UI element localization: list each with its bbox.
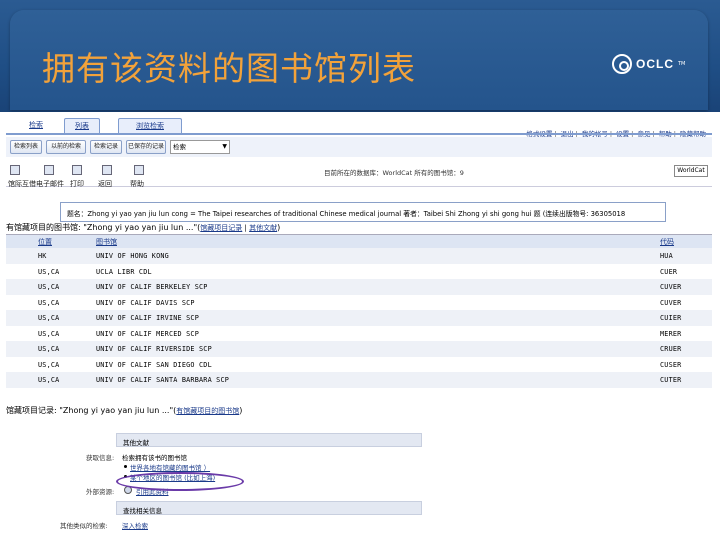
table-row: US,CA UNIV OF CALIF DAVIS SCP CUVER bbox=[6, 295, 712, 311]
holdings-table: 位置 图书馆 代码 HK UNIV OF HONG KONG HUA US,CA UC… bbox=[6, 234, 712, 388]
column-library[interactable]: 图书馆 bbox=[96, 237, 117, 247]
cell-code: CUER bbox=[660, 267, 678, 276]
tab-browse[interactable]: 浏览检索 bbox=[118, 118, 182, 134]
cell-code: CUVER bbox=[660, 298, 682, 307]
libraries-with-holdings-link[interactable]: 有馆藏项目的图书馆 bbox=[176, 407, 239, 415]
cell-location: US,CA bbox=[38, 360, 60, 369]
location-heading-text: 馆藏项目记录: "Zhong yi yao yan jiu lun ..."( bbox=[6, 406, 177, 415]
location-record-heading: 馆藏项目记录: "Zhong yi yao yan jiu lun ..."(有… bbox=[6, 405, 242, 416]
cell-library[interactable]: UNIV OF CALIF SAN DIEGO CDL bbox=[96, 361, 212, 369]
table-row: US,CA UNIV OF CALIF SANTA BARBARA SCP CUTE… bbox=[6, 372, 712, 388]
other-documents-bar: 其他文献 bbox=[116, 433, 422, 447]
table-row: US,CA UCLA LIBR CDL CUER bbox=[6, 264, 712, 280]
slide-title: 拥有该资料的图书馆列表 bbox=[42, 49, 416, 88]
highlight-ellipse bbox=[116, 472, 244, 491]
firstsearch-screenshot: 检索 列表 浏览检索 格式设置| 退出| 我的帐号| 设置| 意见| 帮助| 隐… bbox=[0, 112, 720, 540]
worldwide-libraries-link[interactable]: 世界各地有馆藏的图书馆 ） bbox=[130, 462, 210, 472]
cell-code: MERER bbox=[660, 329, 682, 338]
toolbar: 检索列表 以前的检索 检索记录 已保存的记录 检索 ▼ bbox=[6, 137, 712, 157]
print-icon[interactable] bbox=[72, 165, 82, 175]
cell-location: US,CA bbox=[38, 314, 60, 322]
cell-library[interactable]: UNIV OF HONG KONG bbox=[96, 252, 169, 260]
cell-code: CUSER bbox=[660, 360, 682, 369]
cell-library[interactable]: UNIV OF CALIF BERKELEY SCP bbox=[96, 283, 208, 291]
cell-library[interactable]: UNIV OF CALIF DAVIS SCP bbox=[96, 299, 195, 307]
worldcat-logo: WorldCat bbox=[674, 165, 708, 177]
search-type-select[interactable]: 检索 ▼ bbox=[170, 140, 230, 154]
cell-location: US,CA bbox=[38, 298, 60, 307]
find-related-bar: 查找相关信息 bbox=[116, 501, 422, 515]
oclc-mark-icon bbox=[612, 54, 632, 74]
email-action[interactable]: 电子邮件 bbox=[36, 179, 64, 189]
back-icon[interactable] bbox=[102, 165, 112, 175]
chevron-down-icon: ▼ bbox=[222, 143, 227, 150]
table-row: US,CA UNIV OF CALIF RIVERSIDE SCP CRUER bbox=[6, 341, 712, 357]
top-nav: 检索 列表 浏览检索 格式设置| 退出| 我的帐号| 设置| 意见| 帮助| 隐… bbox=[6, 118, 710, 138]
search-records-button[interactable]: 检索记录 bbox=[90, 140, 122, 154]
similar-searches-label: 其他类似的检索: bbox=[60, 522, 108, 530]
cell-library[interactable]: UNIV OF CALIF SANTA BARBARA SCP bbox=[96, 376, 229, 384]
saved-records-button[interactable]: 已保存的记录 bbox=[126, 140, 166, 154]
cell-code: CUVER bbox=[660, 283, 682, 291]
search-list-button[interactable]: 检索列表 bbox=[10, 140, 42, 154]
record-info: 题名：Zhong yi yao yan jiu lun cong = The T… bbox=[60, 202, 666, 222]
nav-divider bbox=[6, 133, 712, 135]
previous-searches-button[interactable]: 以前的检索 bbox=[46, 140, 86, 154]
database-status: 目前所在的数据库：WorldCat 所有的图书馆：9 bbox=[324, 169, 464, 177]
oclc-logo: OCLC TM bbox=[612, 54, 685, 74]
cell-code: CRUER bbox=[660, 345, 682, 353]
cell-location: US,CA bbox=[38, 329, 60, 338]
table-row: US,CA UNIV OF CALIF BERKELEY SCP CUVER bbox=[6, 279, 712, 295]
location-heading-end: ) bbox=[239, 406, 243, 415]
table-header: 位置 图书馆 代码 bbox=[6, 234, 712, 248]
cell-code: CUIER bbox=[660, 314, 682, 322]
external-resources-label: 外部资源: bbox=[86, 488, 115, 496]
table-row: HK UNIV OF HONG KONG HUA bbox=[6, 248, 712, 264]
deep-search-link[interactable]: 深入检索 bbox=[122, 520, 148, 530]
slide-header: 拥有该资料的图书馆列表 OCLC TM bbox=[0, 0, 720, 112]
cell-library[interactable]: UNIV OF CALIF MERCED SCP bbox=[96, 330, 199, 338]
holdings-heading-text: 有馆藏项目的图书馆: "Zhong yi yao yan jiu lun ...… bbox=[6, 223, 201, 232]
cell-location: US,CA bbox=[38, 283, 60, 291]
holdings-heading-end: ) bbox=[277, 223, 281, 232]
get-info-label: 获取信息: bbox=[86, 454, 115, 462]
column-code[interactable]: 代码 bbox=[660, 237, 674, 247]
cell-location: US,CA bbox=[38, 345, 60, 353]
back-action[interactable]: 返回 bbox=[98, 179, 112, 189]
action-bar: 馆际互借 电子邮件 打印 返回 帮助 目前所在的数据库：WorldCat 所有的… bbox=[6, 159, 712, 189]
table-row: US,CA UNIV OF CALIF MERCED SCP MERER bbox=[6, 326, 712, 342]
cell-location: US,CA bbox=[38, 267, 60, 276]
email-icon[interactable] bbox=[44, 165, 54, 175]
holdings-heading: 有馆藏项目的图书馆: "Zhong yi yao yan jiu lun ...… bbox=[6, 222, 280, 233]
ill-icon[interactable] bbox=[10, 165, 20, 175]
find-libraries-text: 检索拥有该书的图书馆 bbox=[122, 454, 187, 462]
search-type-value: 检索 bbox=[173, 143, 186, 151]
print-action[interactable]: 打印 bbox=[70, 179, 84, 189]
other-documents-link[interactable]: 其他文献 bbox=[249, 224, 277, 232]
help-icon[interactable] bbox=[134, 165, 144, 175]
cell-location: US,CA bbox=[38, 376, 60, 384]
help-action[interactable]: 帮助 bbox=[130, 179, 144, 189]
bullet-dot bbox=[124, 465, 127, 468]
cell-library[interactable]: UNIV OF CALIF RIVERSIDE SCP bbox=[96, 345, 212, 353]
cell-library[interactable]: UNIV OF CALIF IRVINE SCP bbox=[96, 314, 199, 322]
cell-code: HUA bbox=[660, 252, 673, 260]
tab-list[interactable]: 列表 bbox=[64, 118, 100, 134]
holdings-record-link[interactable]: 馆藏项目记录 bbox=[200, 224, 242, 232]
ill-action[interactable]: 馆际互借 bbox=[8, 179, 36, 189]
table-row: US,CA UNIV OF CALIF SAN DIEGO CDL CUSER bbox=[6, 357, 712, 373]
tab-search[interactable]: 检索 bbox=[18, 118, 54, 134]
cell-code: CUTER bbox=[660, 376, 682, 384]
oclc-logo-text: OCLC bbox=[636, 57, 674, 71]
column-location[interactable]: 位置 bbox=[38, 237, 52, 247]
cell-location: HK bbox=[38, 252, 47, 260]
table-row: US,CA UNIV OF CALIF IRVINE SCP CUIER bbox=[6, 310, 712, 326]
oclc-logo-tm: TM bbox=[678, 61, 686, 67]
cell-library[interactable]: UCLA LIBR CDL bbox=[96, 268, 152, 276]
